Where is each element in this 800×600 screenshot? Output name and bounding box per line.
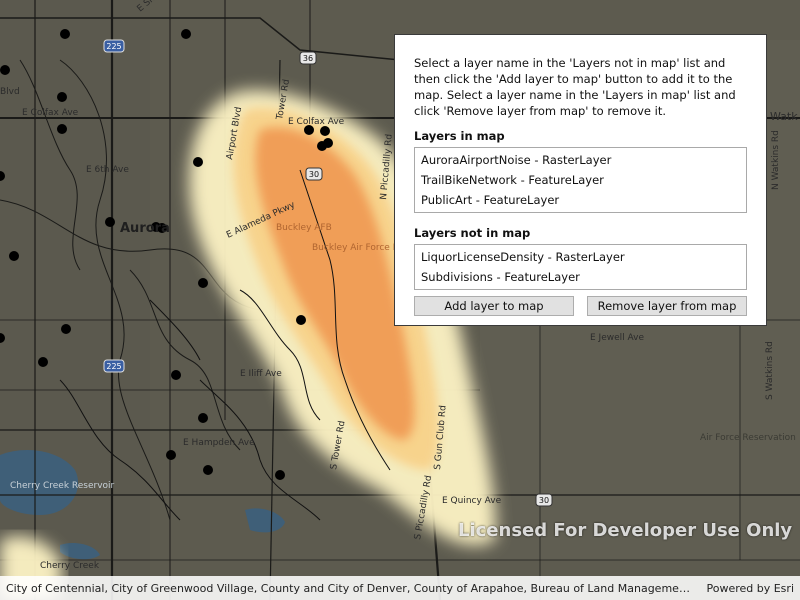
highway-shield-30b: 30 [535, 493, 553, 507]
attribution-text: City of Centennial, City of Greenwood Vi… [6, 581, 696, 595]
attribution-bar: City of Centennial, City of Greenwood Vi… [0, 576, 800, 600]
highway-shield-30: 30 [305, 167, 323, 181]
svg-text:225: 225 [106, 362, 121, 371]
map-label-e-colfax-2: E Colfax Ave [288, 117, 345, 127]
highway-shield-36: 36 [299, 51, 317, 65]
map-label-n-watkins: N Watkins Rd [771, 130, 781, 190]
layers-in-map-list[interactable]: AuroraAirportNoise - RasterLayer TrailBi… [414, 147, 747, 213]
map-label-e-colfax: E Colfax Ave [22, 108, 79, 118]
map-label-watk: Watk [770, 110, 798, 123]
highway-shield-225: 225 [103, 39, 125, 53]
map-label-e-hampden: E Hampden Ave [183, 438, 255, 448]
map-label-aurora: Aurora [120, 221, 170, 236]
list-item[interactable]: Subdivisions - FeatureLayer [415, 267, 746, 287]
list-item[interactable]: PublicArt - FeatureLayer [415, 190, 746, 210]
developer-watermark: Licensed For Developer Use Only [458, 520, 793, 541]
remove-layer-button[interactable]: Remove layer from map [587, 296, 747, 316]
instructions-text: Select a layer name in the 'Layers not i… [414, 56, 736, 118]
list-item[interactable]: TrailBikeNetwork - FeatureLayer [415, 170, 746, 190]
svg-text:36: 36 [303, 54, 313, 63]
panel-buttons: Add layer to map Remove layer from map [414, 296, 747, 316]
map-label-blvd: Blvd [0, 87, 20, 97]
layer-control-panel: Select a layer name in the 'Layers not i… [394, 34, 767, 326]
map-label-cherry-creek-reservoir: Cherry Creek Reservoir [10, 481, 115, 491]
list-item[interactable]: LiquorLicenseDensity - RasterLayer [415, 247, 746, 267]
powered-by-esri[interactable]: Powered by Esri [706, 582, 794, 595]
map-label-air-force-reservation: Air Force Reservation [700, 433, 796, 443]
layers-in-map-title: Layers in map [414, 129, 505, 143]
highway-shield-225b: 225 [103, 359, 125, 373]
map-label-buckley-afb: Buckley AFB [276, 223, 332, 233]
map-label-e-6th: E 6th Ave [86, 165, 129, 175]
svg-text:30: 30 [539, 496, 549, 505]
map-label-e-jewell: E Jewell Ave [590, 333, 644, 343]
map-label-cherry-creek: Cherry Creek [40, 561, 100, 571]
svg-text:30: 30 [309, 170, 319, 179]
add-layer-button[interactable]: Add layer to map [414, 296, 574, 316]
list-item[interactable]: AuroraAirportNoise - RasterLayer [415, 150, 746, 170]
layers-not-in-map-list[interactable]: LiquorLicenseDensity - RasterLayer Subdi… [414, 244, 747, 290]
map-label-e-quincy: E Quincy Ave [442, 496, 502, 506]
svg-text:225: 225 [106, 42, 121, 51]
map-label-s-watkins: S Watkins Rd [765, 341, 775, 400]
layers-not-in-map-title: Layers not in map [414, 226, 531, 240]
map-label-e-iliff: E Iliff Ave [240, 369, 282, 379]
